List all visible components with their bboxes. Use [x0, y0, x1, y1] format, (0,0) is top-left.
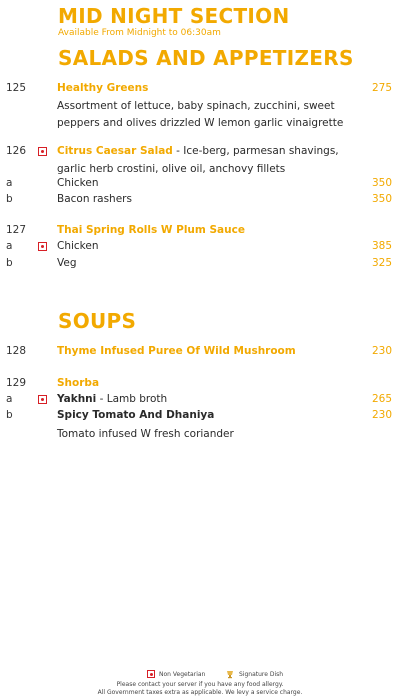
option-label: Spicy Tomato And Dhaniya — [57, 409, 215, 421]
option-letter: b — [6, 257, 13, 269]
option-price: 385 — [371, 240, 392, 252]
option-letter: a — [6, 240, 13, 252]
item-name: Shorba — [57, 377, 100, 389]
option-letter: a — [6, 393, 13, 405]
option-label: Chicken — [57, 240, 99, 252]
option-label: Bacon rashers — [57, 193, 132, 205]
item-number: 129 — [6, 377, 27, 389]
non-veg-icon — [147, 670, 155, 678]
option-letter: a — [6, 177, 13, 189]
option-price: 350 — [371, 193, 392, 205]
non-veg-icon — [38, 242, 47, 251]
non-veg-icon — [38, 395, 47, 404]
section-title: MID NIGHT SECTION — [58, 4, 290, 28]
salads-heading: SALADS AND APPETIZERS — [58, 46, 354, 70]
item-option-row: b Veg 325 — [0, 257, 400, 273]
item-description: Assortment of lettuce, baby spinach, zuc… — [57, 100, 335, 112]
item-description: - Ice-berg, parmesan shavings, — [172, 145, 339, 157]
non-veg-icon — [38, 147, 47, 156]
option-description: - Lamb broth — [96, 393, 168, 405]
option-letter: b — [6, 193, 13, 205]
item-price: 230 — [371, 345, 392, 357]
menu-item-row: 128 Thyme Infused Puree Of Wild Mushroom… — [0, 345, 400, 361]
item-number: 127 — [6, 224, 27, 236]
item-name: Thyme Infused Puree Of Wild Mushroom — [57, 345, 296, 357]
option-label: Yakhni — [57, 393, 97, 405]
option-label: Veg — [57, 257, 77, 269]
item-description: Tomato infused W fresh coriander — [57, 428, 234, 440]
item-name: Healthy Greens — [57, 82, 149, 94]
item-name: Citrus Caesar Salad — [57, 145, 173, 157]
item-number: 126 — [6, 145, 27, 157]
legend: Non Vegetarian Signature Dish — [0, 670, 400, 680]
item-option-row: a Chicken 350 — [0, 177, 400, 193]
option-price: 350 — [371, 177, 392, 189]
option-price: 325 — [371, 257, 392, 269]
section-subtitle: Available From Midnight to 06:30am — [58, 28, 221, 38]
item-option-row: b Bacon rashers 350 — [0, 193, 400, 209]
menu-item-row: 129 Shorba — [0, 377, 400, 393]
signature-dish-icon — [227, 671, 233, 679]
menu-item-row: 125 Healthy Greens 275 — [0, 82, 400, 98]
menu-item-row: 127 Thai Spring Rolls W Plum Sauce — [0, 224, 400, 240]
item-option-row: a Chicken 385 — [0, 240, 400, 256]
item-option-row: a Yakhni - Lamb broth 265 — [0, 393, 400, 409]
legend-non-veg-label: Non Vegetarian — [159, 671, 206, 678]
tax-note: All Government taxes extra as applicable… — [97, 689, 303, 696]
allergy-note: Please contact your server if you have a… — [116, 681, 284, 688]
item-price: 275 — [371, 82, 392, 94]
item-number: 128 — [6, 345, 27, 357]
option-letter: b — [6, 409, 13, 421]
item-name: Thai Spring Rolls W Plum Sauce — [57, 224, 245, 236]
option-label: Chicken — [57, 177, 99, 189]
item-description: peppers and olives drizzled W lemon garl… — [57, 117, 344, 129]
item-description: garlic herb crostini, olive oil, anchovy… — [57, 163, 286, 175]
item-option-row: b Spicy Tomato And Dhaniya 230 — [0, 409, 400, 425]
option-price: 230 — [371, 409, 392, 421]
legend-signature-label: Signature Dish — [239, 671, 284, 678]
item-number: 125 — [6, 82, 27, 94]
menu-item-row: 126 Citrus Caesar Salad - Ice-berg, parm… — [0, 145, 400, 161]
soups-heading: SOUPS — [58, 309, 137, 333]
option-price: 265 — [371, 393, 392, 405]
